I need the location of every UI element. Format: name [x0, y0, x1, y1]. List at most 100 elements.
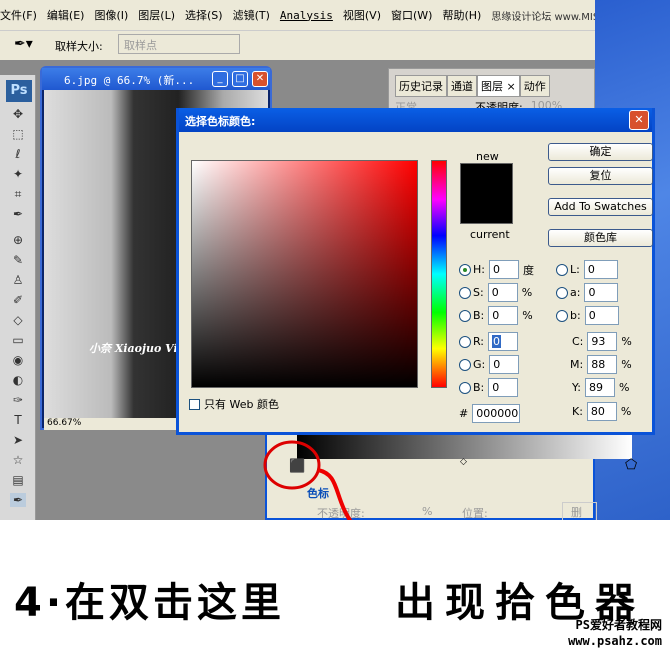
magenta-row: M: 88% — [570, 355, 632, 374]
stamp-tool-icon[interactable]: ♙ — [10, 273, 26, 287]
site-url: www.psahz.com — [568, 634, 662, 648]
green-radio[interactable] — [459, 358, 471, 371]
web-only-checkbox[interactable] — [189, 398, 200, 410]
eraser-tool-icon[interactable]: ◇ — [10, 313, 26, 327]
brightness-radio[interactable] — [459, 309, 471, 322]
color-libraries-button[interactable]: 颜色库 — [548, 229, 653, 247]
minimize-icon[interactable]: _ — [212, 71, 228, 87]
magenta-input[interactable]: 88 — [587, 355, 618, 374]
history-brush-icon[interactable]: ✐ — [10, 293, 26, 307]
position-label: 位置: — [462, 507, 488, 520]
blue-radio[interactable] — [459, 381, 471, 394]
unit: % — [422, 505, 433, 518]
menu-bar: 文件(F) 编辑(E) 图像(I) 图层(L) 选择(S) 滤镜(T) Anal… — [0, 0, 660, 30]
hex-input[interactable]: 000000 — [472, 404, 521, 423]
close-icon[interactable]: ✕ — [252, 71, 268, 87]
maximize-icon[interactable]: □ — [232, 71, 248, 87]
shape-tool-icon[interactable]: ☆ — [10, 453, 26, 467]
eyedropper-active-icon[interactable]: ✒ — [10, 493, 26, 507]
lightness-input[interactable]: 0 — [583, 260, 618, 279]
color-field[interactable] — [191, 160, 418, 388]
hue-slider[interactable] — [431, 160, 447, 388]
color-picker-dialog: 选择色标颜色: ✕ new current 确定 复位 Add To Swatc… — [176, 108, 655, 435]
hue-row: H: 0 度 — [459, 260, 534, 279]
menu-filter[interactable]: 滤镜(T) — [233, 7, 270, 23]
color-stop-white[interactable]: ⬠ — [625, 457, 637, 473]
tools-panel: Ps ✥ ⬚ ℓ ✦ ⌗ ✒ ⊕ ✎ ♙ ✐ ◇ ▭ ◉ ◐ ✑ T ➤ ☆ ▤… — [0, 75, 36, 520]
b-radio[interactable] — [556, 309, 568, 322]
pen-tool-icon[interactable]: ✑ — [10, 393, 26, 407]
saturation-radio[interactable] — [459, 286, 471, 299]
notes-tool-icon[interactable]: ▤ — [10, 473, 26, 487]
blur-tool-icon[interactable]: ◉ — [10, 353, 26, 367]
dialog-title: 选择色标颜色: — [179, 108, 652, 132]
ps-logo: Ps — [6, 80, 32, 102]
tab-history[interactable]: 历史记录 — [395, 75, 447, 97]
type-tool-icon[interactable]: T — [10, 413, 26, 427]
a-row: a: 0 — [556, 283, 622, 302]
lasso-tool-icon[interactable]: ℓ — [10, 147, 26, 161]
menu-view[interactable]: 视图(V) — [343, 7, 381, 23]
ok-button[interactable]: 确定 — [548, 143, 653, 161]
saturation-input[interactable]: 0 — [487, 283, 518, 302]
unit: % — [621, 358, 632, 371]
yellow-input[interactable]: 89 — [584, 378, 615, 397]
tab-actions[interactable]: 动作 — [519, 75, 550, 97]
cyan-input[interactable]: 93 — [587, 332, 618, 351]
marquee-tool-icon[interactable]: ⬚ — [10, 127, 26, 141]
cyan-row: C: 93% — [572, 332, 632, 351]
saturation-row: S: 0% — [459, 283, 532, 302]
menu-layer[interactable]: 图层(L) — [138, 7, 175, 23]
red-radio[interactable] — [459, 335, 471, 348]
gradient-tool-icon[interactable]: ▭ — [10, 333, 26, 347]
menu-help[interactable]: 帮助(H) — [442, 7, 481, 23]
blue-row: B: 0 — [459, 378, 522, 397]
menu-file[interactable]: 文件(F) — [0, 7, 37, 23]
unit: % — [618, 381, 630, 394]
lightness-radio[interactable] — [556, 263, 568, 276]
close-icon[interactable]: ✕ — [629, 110, 649, 130]
tab-channels[interactable]: 通道 — [447, 75, 477, 97]
b-row: b: 0 — [556, 306, 623, 325]
green-input[interactable]: 0 — [489, 355, 520, 374]
new-label: new — [476, 150, 499, 163]
move-tool-icon[interactable]: ✥ — [10, 107, 26, 121]
caption-left: 4·在双击这里 — [14, 580, 286, 626]
path-select-icon[interactable]: ➤ — [10, 433, 26, 447]
color-swatch — [460, 163, 513, 224]
hue-radio[interactable] — [459, 263, 471, 276]
menu-select[interactable]: 选择(S) — [185, 7, 223, 23]
menu-edit[interactable]: 编辑(E) — [47, 7, 85, 23]
a-input[interactable]: 0 — [584, 283, 619, 302]
magic-wand-icon[interactable]: ✦ — [10, 167, 26, 181]
brightness-row: B: 0% — [459, 306, 533, 325]
tab-layers[interactable]: 图层 × — [477, 75, 520, 97]
sample-size-select[interactable]: 取样点 — [118, 34, 240, 54]
eyedropper-tool-icon[interactable]: ✒ — [10, 207, 26, 221]
reset-button[interactable]: 复位 — [548, 167, 653, 185]
red-input[interactable]: 0 — [488, 332, 519, 351]
unit: % — [522, 309, 533, 322]
a-radio[interactable] — [556, 286, 568, 299]
midpoint-icon[interactable]: ◇ — [460, 457, 467, 467]
options-bar: ✒▾ 取样大小: 取样点 — [0, 30, 595, 60]
sample-size-label: 取样大小: — [55, 40, 103, 53]
black-input[interactable]: 80 — [586, 402, 617, 421]
b-input[interactable]: 0 — [584, 306, 619, 325]
unit: 度 — [522, 263, 534, 277]
eyedropper-icon[interactable]: ✒▾ — [14, 36, 33, 52]
brightness-input[interactable]: 0 — [488, 306, 519, 325]
menu-analysis[interactable]: Analysis — [280, 9, 333, 22]
layers-panel: 历史记录通道图层 ×动作 正常 不透明度: 100% — [388, 68, 595, 114]
healing-tool-icon[interactable]: ⊕ — [10, 233, 26, 247]
red-row: R: 0 — [459, 332, 522, 351]
dodge-tool-icon[interactable]: ◐ — [10, 373, 26, 387]
add-to-swatches-button[interactable]: Add To Swatches — [548, 198, 653, 216]
brush-tool-icon[interactable]: ✎ — [10, 253, 26, 267]
menu-window[interactable]: 窗口(W) — [391, 7, 432, 23]
blue-input[interactable]: 0 — [488, 378, 519, 397]
hue-input[interactable]: 0 — [488, 260, 519, 279]
menu-image[interactable]: 图像(I) — [94, 7, 128, 23]
web-only-label: 只有 Web 颜色 — [204, 398, 279, 411]
crop-tool-icon[interactable]: ⌗ — [10, 187, 26, 201]
